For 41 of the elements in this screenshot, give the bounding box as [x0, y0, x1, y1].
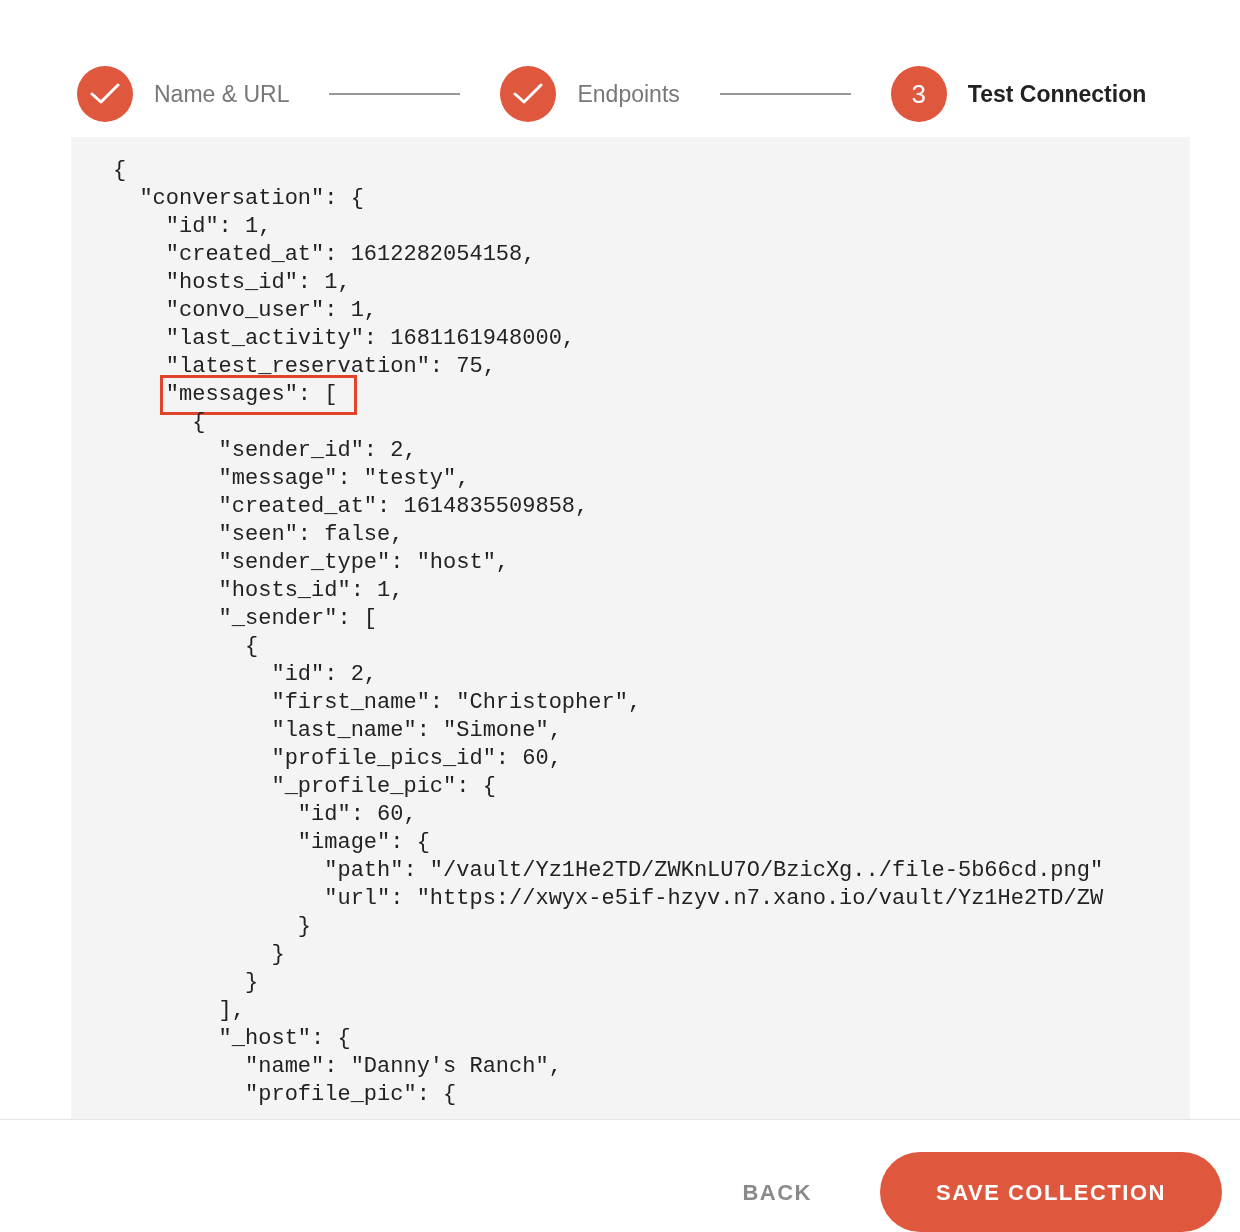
save-collection-button[interactable]: SAVE COLLECTION: [880, 1152, 1222, 1232]
code-line: {: [244, 633, 259, 661]
code-line: "path": "/vault/Yz1He2TD/ZWKnLU7O/BzicXg../file-5b66cd.png": [323, 857, 1104, 885]
code-line: "seen": false,: [217, 521, 404, 549]
code-line: "messages": [: [164, 381, 338, 409]
code-line: {: [191, 409, 206, 437]
code-line: "latest_reservation": 75,: [164, 353, 496, 381]
step-label: Test Connection: [967, 79, 1147, 109]
code-line: }: [270, 941, 285, 969]
code-line: "convo_user": 1,: [164, 297, 378, 325]
code-line: ],: [217, 997, 246, 1025]
code-line: "id": 1,: [164, 213, 272, 241]
code-line: }: [244, 969, 259, 997]
step-label: Endpoints: [577, 79, 680, 109]
code-line: "image": {: [296, 829, 430, 857]
code-line: "last_name": "Simone",: [270, 717, 562, 745]
code-line: "first_name": "Christopher",: [270, 689, 642, 717]
code-line: "name": "Danny's Ranch",: [244, 1053, 562, 1081]
code-line: "created_at": 1614835509858,: [217, 493, 589, 521]
code-line: "hosts_id": 1,: [217, 577, 404, 605]
code-line: "last_activity": 1681161948000,: [164, 325, 576, 353]
code-line: "sender_type": "host",: [217, 549, 510, 577]
code-line: "profile_pic": {: [244, 1081, 457, 1109]
code-line: "profile_pics_id": 60,: [270, 745, 562, 773]
code-line: "conversation": {: [138, 185, 364, 213]
back-button[interactable]: BACK: [742, 1175, 812, 1209]
code-line: "id": 60,: [296, 801, 417, 829]
code-line: }: [296, 913, 312, 941]
code-line: "message": "testy",: [217, 465, 470, 493]
check-icon: [513, 83, 544, 105]
code-line: "sender_id": 2,: [217, 437, 417, 465]
check-icon: [90, 83, 120, 105]
code-line: "id": 2,: [270, 661, 378, 689]
code-line: "created_at": 1612282054158,: [164, 241, 536, 269]
code-line: "hosts_id": 1,: [164, 269, 351, 297]
code-line: "_sender": [: [217, 605, 378, 633]
code-line: {: [113, 157, 127, 185]
step-label: Name & URL: [154, 79, 290, 109]
code-line: "url": "https://xwyx-e5if-hzyv.n7.xano.io/vault/Yz1He2TD/ZW: [323, 885, 1104, 913]
code-line: "_profile_pic": {: [270, 773, 496, 801]
code-line: "_host": {: [217, 1025, 351, 1053]
